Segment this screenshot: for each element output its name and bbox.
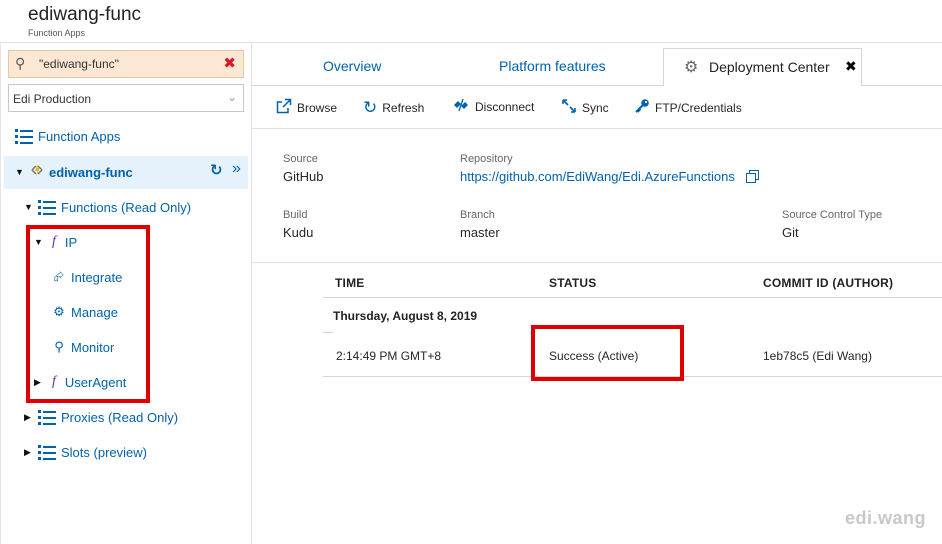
subscription-select[interactable]: Edi Production ⌄ [8, 84, 244, 112]
caret-right-icon[interactable]: ▶ [24, 447, 38, 458]
left-edge [0, 43, 1, 544]
chevron-double-right-icon[interactable]: » [232, 160, 241, 178]
copy-icon[interactable] [746, 170, 759, 186]
header-divider [0, 42, 942, 43]
source-value: GitHub [283, 169, 324, 184]
highlight-box [531, 325, 684, 381]
sidebar-item-label: ediwang-func [49, 164, 133, 180]
disconnect-icon [452, 98, 470, 116]
close-icon[interactable]: ✖ [223, 54, 236, 72]
sidebar-item-label: Functions (Read Only) [61, 199, 192, 215]
close-icon[interactable]: ✖ [845, 58, 857, 75]
repository-link[interactable]: https://github.com/EdiWang/Edi.AzureFunc… [460, 169, 735, 184]
caret-down-icon[interactable]: ▼ [15, 167, 29, 177]
function-app-icon [29, 162, 47, 183]
sidebar-item-slots[interactable]: ▶ Slots (preview) [24, 441, 147, 463]
refresh-button[interactable]: ↻ Refresh [363, 98, 424, 118]
chevron-down-icon: ⌄ [226, 90, 237, 104]
tab-label: Deployment Center [709, 59, 830, 75]
sidebar-item-app[interactable]: ▼ ediwang-func [15, 161, 133, 183]
column-header-time[interactable]: TIME [335, 276, 364, 290]
caret-down-icon[interactable]: ▼ [24, 202, 38, 212]
refresh-label: Refresh [382, 101, 425, 115]
build-value: Kudu [283, 225, 314, 240]
info-divider [252, 262, 942, 263]
cell-commit: 1eb78c5 (Edi Wang) [763, 349, 872, 363]
app-subtitle: Function Apps [28, 28, 86, 38]
sidebar-item-label: Function Apps [38, 128, 121, 144]
search-input[interactable]: "ediwang-func" [39, 57, 119, 71]
source-label: Source [283, 153, 318, 165]
sync-label: Sync [582, 101, 609, 115]
subscription-value: Edi Production [13, 92, 92, 106]
ftp-credentials-button[interactable]: FTP/Credentials [634, 98, 742, 118]
browse-label: Browse [297, 101, 338, 115]
column-header-status[interactable]: STATUS [549, 276, 596, 290]
list-icon [38, 199, 56, 215]
key-icon [634, 98, 650, 118]
watermark: edi.wang [844, 508, 926, 528]
tab-overview[interactable]: Overview [323, 58, 381, 74]
refresh-icon[interactable]: ↻ [210, 161, 223, 179]
disconnect-button[interactable]: Disconnect [452, 98, 534, 116]
group-divider [323, 332, 333, 333]
sidebar-item-functions[interactable]: ▼ Functions (Read Only) [24, 196, 191, 218]
app-title: ediwang-func [28, 4, 142, 25]
sidebar-divider[interactable] [251, 43, 252, 544]
caret-right-icon[interactable]: ▶ [24, 412, 38, 423]
header-divider-line [323, 297, 942, 298]
date-group-header: Thursday, August 8, 2019 [333, 309, 478, 323]
ftp-credentials-label: FTP/Credentials [655, 101, 742, 115]
sidebar-item-label: Slots (preview) [61, 444, 147, 460]
sync-button[interactable]: Sync [561, 98, 609, 118]
repository-label: Repository [460, 153, 513, 165]
list-icon [15, 128, 33, 144]
cell-time: 2:14:49 PM GMT+8 [336, 349, 442, 363]
gear-icon: ⚙ [684, 59, 699, 76]
browse-button[interactable]: Browse [276, 98, 337, 118]
sync-icon [561, 98, 577, 118]
branch-value: master [460, 225, 500, 240]
tab-deployment-center[interactable]: ⚙ Deployment Center ✖ [663, 48, 862, 86]
external-link-icon [276, 98, 292, 118]
highlight-box [26, 225, 150, 403]
refresh-icon: ↻ [363, 98, 378, 117]
toolbar-divider [252, 128, 942, 129]
search-box[interactable]: ⚲ "ediwang-func" ✖ [8, 50, 244, 78]
list-icon [38, 409, 56, 425]
column-header-commit[interactable]: COMMIT ID (AUTHOR) [763, 276, 893, 290]
tab-platform-features[interactable]: Platform features [499, 58, 606, 74]
sidebar-item-proxies[interactable]: ▶ Proxies (Read Only) [24, 406, 178, 428]
list-icon [38, 444, 56, 460]
source-control-type-value: Git [782, 225, 799, 240]
source-control-type-label: Source Control Type [782, 209, 883, 221]
build-label: Build [283, 209, 308, 221]
search-icon: ⚲ [15, 55, 26, 71]
branch-label: Branch [460, 209, 495, 221]
disconnect-label: Disconnect [475, 100, 535, 114]
sidebar-item-function-apps[interactable]: Function Apps [15, 125, 120, 147]
sidebar-item-label: Proxies (Read Only) [61, 409, 179, 425]
